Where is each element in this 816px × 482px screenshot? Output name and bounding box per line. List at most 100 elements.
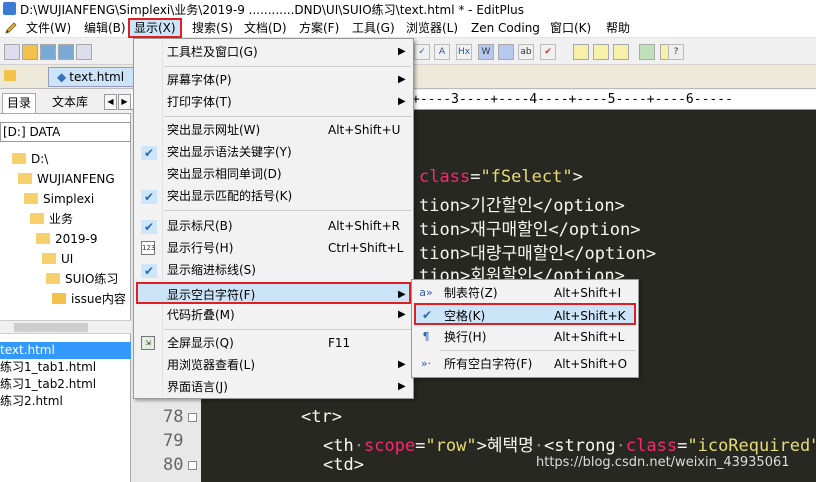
fold-marker[interactable]: [188, 413, 197, 422]
submenu-item-all-whitespace[interactable]: »· 所有空白字符(F) Alt+Shift+O: [414, 353, 636, 375]
menu-document[interactable]: 文档(D): [240, 20, 291, 36]
abc-icon[interactable]: ab: [518, 44, 534, 60]
code-token: "fSelect": [480, 167, 573, 187]
directory-panel: 目录 文本库 ◀ ▶ [D:] DATA D:\ WUJIANFENG Simp…: [0, 90, 131, 482]
submenu-arrow-icon: ▶: [398, 309, 406, 320]
code-token: =: [677, 436, 688, 456]
menu-edit[interactable]: 编辑(B): [80, 20, 130, 36]
menu-item-highlight-words[interactable]: 突出显示相同单词(D): [136, 163, 411, 185]
tab-directory[interactable]: 目录: [2, 93, 37, 113]
new-file-icon[interactable]: [4, 44, 20, 60]
menu-project[interactable]: 方案(F): [295, 20, 343, 36]
code-line: <td>: [323, 455, 364, 475]
menu-item-highlight-brackets[interactable]: ✔ 突出显示匹配的括号(K): [136, 185, 411, 207]
window-icon[interactable]: [613, 44, 629, 60]
menu-help[interactable]: 帮助: [602, 20, 634, 36]
menu-item-line-numbers[interactable]: 123 显示行号(H) Ctrl+Shift+L: [136, 237, 411, 259]
code-line: class="fSelect">: [419, 167, 583, 187]
submenu-item-newline[interactable]: ¶ 换行(H) Alt+Shift+L: [414, 326, 636, 348]
menu-item-show-whitespace[interactable]: 显示空白字符(F) ▶: [136, 282, 411, 304]
folder-icon: [24, 193, 38, 204]
tree-item[interactable]: D:\: [12, 150, 48, 168]
checkmark-icon: ✔: [141, 146, 157, 160]
code-token: <td>: [323, 455, 364, 475]
checkmark-icon: ✔: [141, 264, 157, 278]
context-help-icon[interactable]: ?: [668, 44, 684, 60]
file-list-item[interactable]: text.html: [0, 342, 131, 359]
menu-separator: [440, 350, 636, 351]
menu-item-highlight-url[interactable]: 突出显示网址(W) Alt+Shift+U: [136, 119, 411, 141]
hx-icon[interactable]: Hx: [456, 44, 472, 60]
menu-view[interactable]: 显示(X): [128, 18, 182, 38]
panel-icon[interactable]: [573, 44, 589, 60]
code-token: class: [625, 436, 678, 456]
menu-item-fullscreen[interactable]: ⇲ 全屏显示(Q) F11: [136, 332, 411, 354]
tab-cliptext[interactable]: 文本库: [48, 93, 92, 113]
drive-select[interactable]: [D:] DATA: [0, 122, 131, 142]
tab-text-html[interactable]: ◆ text.html: [48, 67, 134, 87]
browser-icon[interactable]: [639, 44, 655, 60]
heading-icon[interactable]: A: [434, 44, 450, 60]
submenu-arrow-icon: ▶: [398, 74, 406, 85]
save-icon[interactable]: [40, 44, 56, 60]
check-icon[interactable]: ✔: [540, 44, 556, 60]
whitespace-submenu: a» 制表符(Z) Alt+Shift+I ✔ 空格(K) Alt+Shift+K ¶ 换…: [411, 279, 639, 378]
tree-item[interactable]: issue内容: [52, 290, 126, 308]
menu-file[interactable]: 文件(W): [22, 20, 75, 36]
code-line: <th·scope="row">혜택명·<strong·class="icoRe…: [323, 431, 816, 456]
submenu-item-tab[interactable]: a» 制表符(Z) Alt+Shift+I: [414, 282, 636, 304]
menu-search[interactable]: 搜索(S): [188, 20, 237, 36]
menu-item-highlight-keywords[interactable]: ✔ 突出显示语法关键字(Y): [136, 141, 411, 163]
code-line: tion>재구매할인</option>: [419, 215, 641, 240]
code-token: ·: [353, 436, 364, 456]
line-number: 78: [163, 407, 184, 427]
code-token: =: [470, 167, 481, 187]
submenu-arrow-icon: ▶: [398, 289, 406, 300]
folder-icon: [46, 273, 60, 284]
code-token: <tr>: [301, 407, 342, 427]
tab-scroll-right-icon[interactable]: ▶: [118, 94, 131, 110]
menu-item-screen-font[interactable]: 屏幕字体(P) ▶: [136, 69, 411, 91]
menu-item-indent-guides[interactable]: ✔ 显示缩进标线(S): [136, 259, 411, 281]
checkmark-icon: ✔: [421, 308, 433, 322]
menu-item-view-in-browser[interactable]: 用浏览器查看(L) ▶: [136, 354, 411, 376]
word-wrap-icon[interactable]: W: [478, 44, 494, 60]
code-line: <tr>: [301, 407, 342, 427]
menu-browser[interactable]: 浏览器(L): [402, 20, 462, 36]
spell-check-icon[interactable]: ✓: [414, 44, 430, 60]
cliptext-icon[interactable]: [593, 44, 609, 60]
file-list-item[interactable]: 练习1_tab2.html: [0, 376, 131, 393]
file-list-item[interactable]: 练习2.html: [0, 393, 131, 410]
code-token: "icoRequired": [687, 436, 816, 456]
tree-item[interactable]: Simplexi: [24, 190, 94, 208]
tree-item[interactable]: WUJIANFENG: [18, 170, 115, 188]
code-token: "row": [425, 436, 477, 456]
submenu-item-space[interactable]: ✔ 空格(K) Alt+Shift+K: [414, 303, 636, 325]
menu-item-ui-language[interactable]: 界面语言(J) ▶: [136, 376, 411, 398]
tree-scrollbar[interactable]: [0, 320, 131, 334]
menu-tools[interactable]: 工具(G): [348, 20, 399, 36]
menu-item-print-font[interactable]: 打印字体(T) ▶: [136, 91, 411, 113]
file-list-item[interactable]: 练习1_tab1.html: [0, 359, 131, 376]
ruler-icon[interactable]: [498, 44, 514, 60]
menu-window[interactable]: 窗口(K): [546, 20, 595, 36]
menu-item-code-folding[interactable]: 代码折叠(M) ▶: [136, 304, 411, 326]
tree-item[interactable]: UI: [42, 250, 73, 268]
menu-item-show-ruler[interactable]: ✔ 显示标尺(B) Alt+Shift+R: [136, 215, 411, 237]
menu-zen-coding[interactable]: Zen Coding: [467, 20, 544, 36]
menu-item-toolbars[interactable]: 工具栏及窗口(G) ▶: [136, 41, 411, 63]
fold-marker[interactable]: [188, 461, 197, 470]
scrollbar-thumb[interactable]: [14, 323, 88, 332]
print-icon[interactable]: [76, 44, 92, 60]
open-folder-icon[interactable]: [22, 44, 38, 60]
submenu-arrow-icon: ▶: [398, 96, 406, 107]
tree-item[interactable]: SUIO练习: [46, 270, 118, 288]
save-all-icon[interactable]: [58, 44, 74, 60]
tree-item[interactable]: 2019-9: [36, 230, 98, 248]
tab-scroll-left-icon[interactable]: ◀: [104, 94, 117, 110]
menu-separator: [164, 329, 411, 330]
menu-bar: 文件(W) 编辑(B) 显示(X) 搜索(S) 文档(D) 方案(F) 工具(G…: [0, 18, 816, 38]
line-number: 79: [163, 431, 184, 451]
folder-icon: [52, 293, 66, 304]
tree-item[interactable]: 业务: [30, 210, 73, 228]
